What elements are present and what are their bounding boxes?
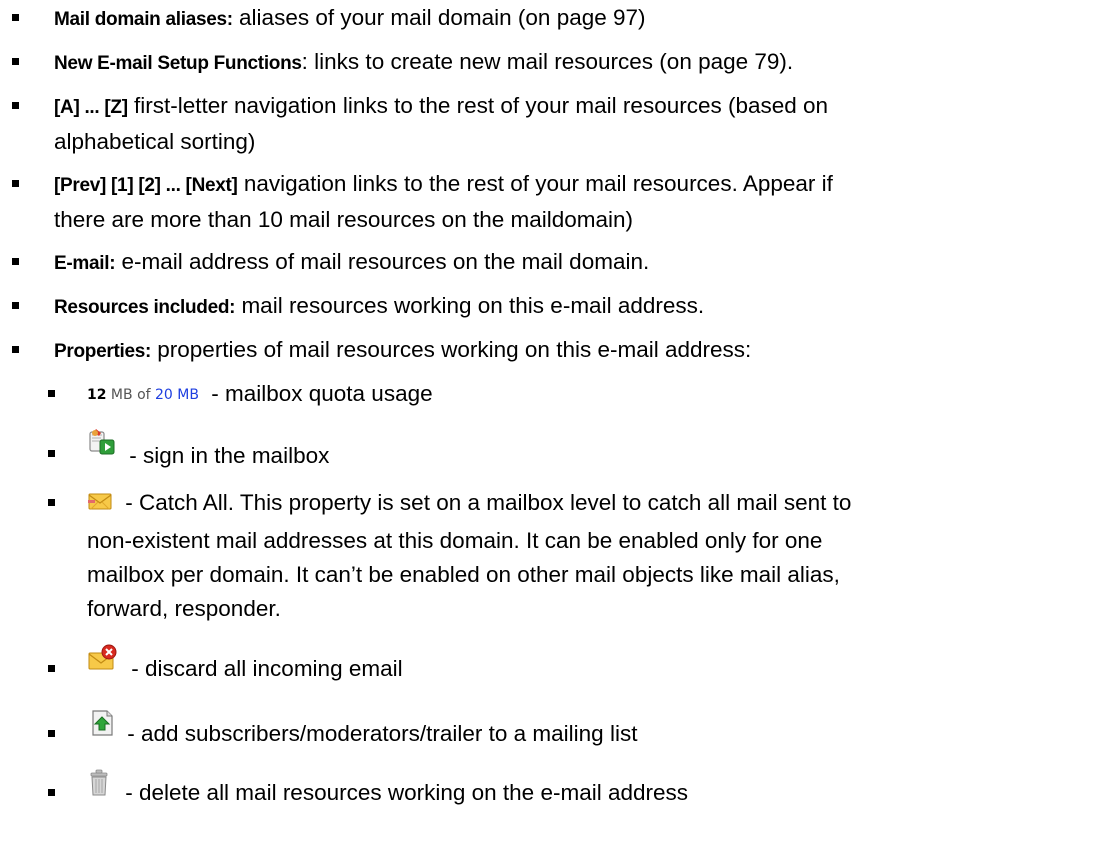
property-add-subscribers: - add subscribers/moderators/trailer to … bbox=[48, 710, 1097, 755]
bullet bbox=[12, 180, 19, 187]
item-line: - Catch All. This property is set on a m… bbox=[87, 486, 1097, 524]
item-description: properties of mail resources working on … bbox=[151, 337, 752, 362]
discard-mail-icon bbox=[87, 644, 119, 682]
quota-total: 20 MB bbox=[155, 387, 199, 403]
list-item-page-navigation: [Prev] [1] [2] ... [Next] navigation lin… bbox=[12, 167, 1094, 237]
property-quota-usage: 12 MB of 20 MB - mailbox quota usage bbox=[48, 377, 1097, 412]
quota-of: MB of bbox=[106, 387, 156, 403]
property-description: - Catch All. This property is set on a m… bbox=[119, 490, 852, 515]
property-description: - delete all mail resources working on t… bbox=[119, 780, 689, 805]
item-description: mail resources working on this e-mail ad… bbox=[235, 293, 705, 318]
item-description: aliases of your mail domain (on page 97) bbox=[232, 5, 646, 30]
add-subscribers-icon bbox=[87, 709, 115, 747]
bullet bbox=[48, 450, 55, 457]
bullet bbox=[48, 499, 55, 506]
item-line: alphabetical sorting) bbox=[54, 129, 256, 154]
document-page: Mail domain aliases: aliases of your mai… bbox=[0, 0, 1112, 849]
sign-in-mailbox-icon bbox=[87, 427, 117, 467]
item-line: forward, responder. bbox=[87, 596, 281, 621]
item-line: [A] ... [Z] first-letter navigation link… bbox=[54, 89, 1094, 125]
list-item-resources-included: Resources included: mail resources worki… bbox=[12, 289, 1094, 325]
bullet bbox=[12, 14, 19, 21]
item-line: mailbox per domain. It can’t be enabled … bbox=[87, 562, 840, 587]
bullet bbox=[48, 665, 55, 672]
bullet bbox=[12, 346, 19, 353]
property-description: - sign in the mailbox bbox=[123, 443, 330, 468]
item-line: [Prev] [1] [2] ... [Next] navigation lin… bbox=[54, 167, 1094, 203]
property-catch-all: - Catch All. This property is set on a m… bbox=[48, 486, 1097, 626]
bullet bbox=[48, 730, 55, 737]
term-label: [Prev] [1] [2] ... [Next] bbox=[54, 175, 238, 196]
list-item-mail-domain-aliases: Mail domain aliases: aliases of your mai… bbox=[12, 1, 1094, 37]
catch-all-envelope-icon bbox=[87, 489, 113, 523]
term-label: Resources included: bbox=[54, 297, 236, 318]
item-description: : links to create new mail resources (on… bbox=[301, 49, 794, 74]
item-line: there are more than 10 mail resources on… bbox=[54, 207, 634, 232]
property-description: - add subscribers/moderators/trailer to … bbox=[121, 721, 638, 746]
bullet bbox=[48, 390, 55, 397]
bullet bbox=[12, 58, 19, 65]
term-label: Mail domain aliases: bbox=[54, 9, 233, 30]
bullet bbox=[12, 258, 19, 265]
bullet bbox=[48, 789, 55, 796]
list-item-email: E-mail: e-mail address of mail resources… bbox=[12, 245, 1094, 281]
term-label: [A] ... [Z] bbox=[54, 97, 128, 118]
term-label: New E-mail Setup Functions bbox=[54, 53, 302, 74]
property-sign-in: - sign in the mailbox bbox=[48, 429, 1097, 477]
term-label: Properties: bbox=[54, 341, 152, 362]
list-item-letter-navigation: [A] ... [Z] first-letter navigation link… bbox=[12, 89, 1094, 159]
item-line: non-existent mail addresses at this doma… bbox=[87, 528, 823, 553]
item-description: e-mail address of mail resources on the … bbox=[115, 249, 650, 274]
list-item-new-email-setup-functions: New E-mail Setup Functions: links to cre… bbox=[12, 45, 1094, 81]
property-discard: - discard all incoming email bbox=[48, 644, 1097, 690]
item-description: navigation links to the rest of your mai… bbox=[237, 171, 833, 196]
bullet bbox=[12, 102, 19, 109]
bullet bbox=[12, 302, 19, 309]
trash-icon bbox=[87, 769, 113, 807]
quota-used: 12 bbox=[87, 387, 107, 403]
property-delete-all: - delete all mail resources working on t… bbox=[48, 769, 1097, 814]
property-description: - discard all incoming email bbox=[125, 656, 403, 681]
term-label: E-mail: bbox=[54, 253, 116, 274]
item-description: first-letter navigation links to the res… bbox=[127, 93, 829, 118]
list-item-properties: Properties: properties of mail resources… bbox=[12, 333, 1094, 369]
quota-usage-sample: 12 MB of 20 MB bbox=[87, 387, 199, 403]
property-description: - mailbox quota usage bbox=[204, 381, 433, 406]
